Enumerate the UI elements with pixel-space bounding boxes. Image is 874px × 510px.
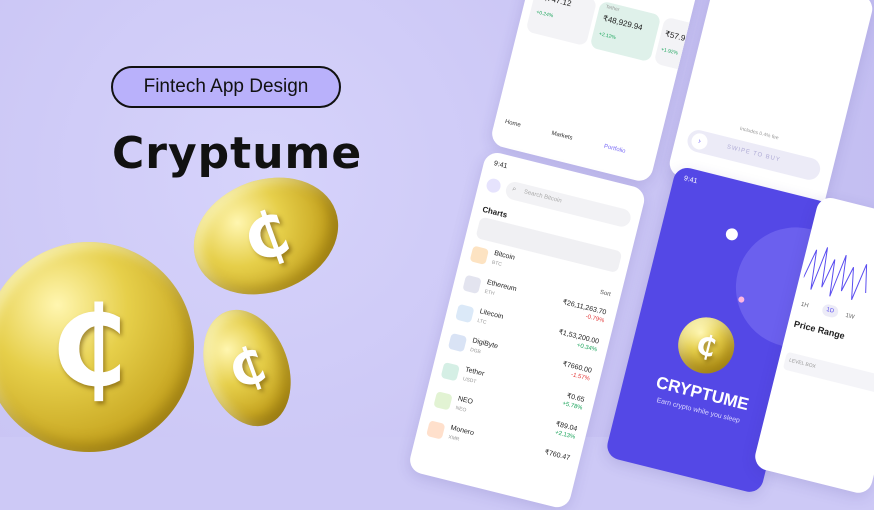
asset-card-value: ₹48,929.94 bbox=[601, 13, 644, 33]
coin-symbol: LTC bbox=[476, 317, 487, 326]
swipe-label: SWIPE TO BUY bbox=[726, 144, 782, 164]
chevron-right-icon: › bbox=[689, 131, 710, 152]
coin-symbol: NEO bbox=[454, 405, 467, 414]
asset-card-change: +0.24% bbox=[535, 9, 554, 20]
tab-markets[interactable]: Markets bbox=[551, 131, 573, 142]
ethereum-icon bbox=[462, 274, 482, 295]
neo-icon bbox=[433, 391, 453, 411]
search-placeholder: Search Bitcoin bbox=[523, 189, 563, 205]
status-time: 9:41 bbox=[683, 175, 698, 186]
range-1d-label: 1D bbox=[825, 307, 835, 315]
asset-card[interactable]: Tether ₹48,929.94 +2.12% bbox=[589, 0, 662, 63]
coin-symbol: DGB bbox=[469, 346, 482, 356]
search-icon: ⌕ bbox=[511, 185, 518, 194]
tether-icon bbox=[440, 362, 460, 382]
asset-card[interactable]: ₹,747.12 +0.24% bbox=[525, 0, 598, 47]
coin-value: ₹760.47 bbox=[543, 449, 571, 463]
bitcoin-icon bbox=[469, 245, 490, 265]
asset-card-label: Tether bbox=[605, 3, 620, 14]
coin-symbol: ₵ bbox=[50, 283, 128, 411]
range-1w[interactable]: 1W bbox=[845, 313, 855, 321]
coin-large: ₵ bbox=[0, 242, 194, 452]
tab-home[interactable]: Home bbox=[504, 119, 521, 129]
coin-value: ₹26,11,263.70 bbox=[561, 298, 607, 317]
coin-symbol: ETH bbox=[483, 288, 496, 297]
digibyte-icon bbox=[447, 332, 468, 353]
coin-symbol: XMR bbox=[447, 434, 460, 443]
search-input[interactable]: ⌕ Search Bitcoin bbox=[504, 180, 633, 229]
litecoin-icon bbox=[455, 303, 475, 324]
coin-symbol: ₵ bbox=[692, 327, 720, 364]
tab-portfolio[interactable]: Portfolio bbox=[603, 144, 626, 155]
coin-icon: ₵ bbox=[672, 311, 741, 380]
coin-name: NEO bbox=[457, 395, 474, 406]
range-1h[interactable]: 1H bbox=[800, 302, 809, 310]
price-chart-line bbox=[803, 247, 868, 300]
asset-card-value: ₹,747.12 bbox=[539, 0, 573, 9]
category-badge-label: Fintech App Design bbox=[143, 76, 309, 97]
avatar[interactable] bbox=[485, 177, 503, 195]
asset-card-change: +2.12% bbox=[598, 31, 617, 42]
level-box-label: LEVEL BOX bbox=[788, 357, 817, 370]
brand-logo: Cryptume bbox=[112, 128, 363, 179]
asset-card-value: ₹57.9 bbox=[663, 29, 687, 43]
coin-symbol: BTC bbox=[491, 259, 503, 268]
price-range-title: Price Range bbox=[792, 318, 846, 341]
level-box: LEVEL BOX bbox=[782, 351, 874, 394]
asset-card-change: +1.92% bbox=[660, 46, 679, 57]
category-badge: Fintech App Design bbox=[111, 66, 341, 108]
decor-dot bbox=[724, 227, 740, 242]
coin-symbol: USDT bbox=[462, 376, 477, 386]
status-time: 9:41 bbox=[493, 160, 508, 171]
